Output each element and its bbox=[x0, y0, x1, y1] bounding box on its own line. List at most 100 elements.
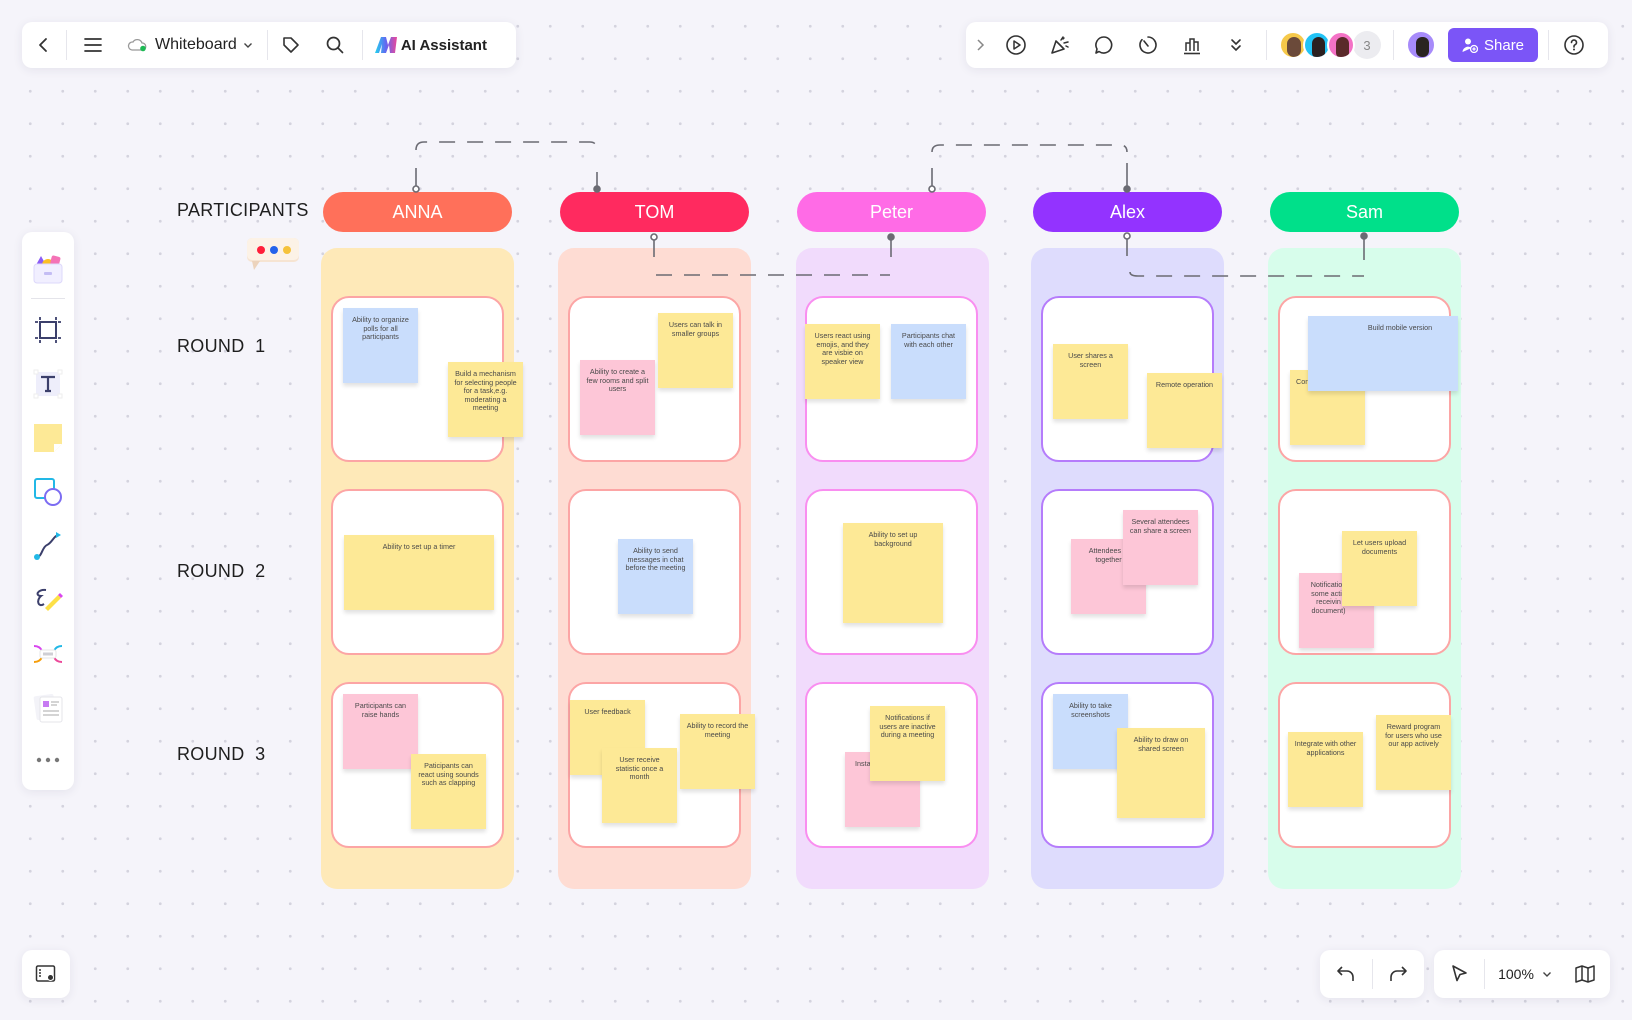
idea-card-peter-r2[interactable]: Ability to set up background bbox=[805, 489, 978, 655]
back-button[interactable] bbox=[22, 22, 66, 68]
mindmap-tool[interactable] bbox=[22, 627, 74, 681]
idea-card-sam-r2[interactable]: Notification some actio receivin documen… bbox=[1278, 489, 1451, 655]
ai-assistant-button[interactable]: AI Assistant bbox=[363, 22, 499, 68]
minimap-toggle[interactable] bbox=[22, 950, 70, 998]
idea-card-sam-r1[interactable]: Con Build mobile version bbox=[1278, 296, 1458, 462]
sticky-note[interactable]: Paticipants can react using sounds such … bbox=[411, 754, 486, 829]
map-button[interactable] bbox=[1565, 950, 1605, 998]
frame-icon bbox=[33, 315, 63, 345]
frame-tool[interactable] bbox=[22, 303, 74, 357]
idea-card-alex-r2[interactable]: Attendees w together Several attendees c… bbox=[1041, 489, 1214, 655]
idea-card-alex-r1[interactable]: User shares a screen Remote operation bbox=[1041, 296, 1222, 462]
sticky-note[interactable]: Notifications if users are inactive duri… bbox=[870, 706, 945, 781]
idea-card-alex-r3[interactable]: Ability to take screenshots Ability to d… bbox=[1041, 682, 1214, 848]
collaborator-count[interactable]: 3 bbox=[1353, 31, 1381, 59]
idea-card-peter-r1[interactable]: Users react using emojis, and they are v… bbox=[805, 296, 978, 462]
redo-button[interactable] bbox=[1372, 950, 1424, 998]
map-icon bbox=[1574, 964, 1596, 984]
participant-pill-alex[interactable]: Alex bbox=[1033, 192, 1222, 232]
sticky-note-icon bbox=[32, 422, 64, 454]
reaction-bubble-sticker[interactable] bbox=[246, 236, 300, 276]
round-label: ROUND 1 bbox=[177, 336, 266, 356]
idea-card-anna-r1[interactable]: Ability to organize polls for all partic… bbox=[331, 296, 523, 462]
double-chevron-down-icon bbox=[1229, 37, 1243, 53]
sticky-note[interactable]: Ability to create a few rooms and split … bbox=[580, 360, 655, 435]
ai-logo-icon bbox=[374, 37, 397, 53]
sticky-note[interactable]: Integrate with other applications bbox=[1288, 732, 1363, 807]
collapse-toolbar-button[interactable] bbox=[966, 22, 994, 68]
chevron-down-icon bbox=[243, 41, 253, 49]
templates-tool[interactable] bbox=[22, 242, 74, 296]
ai-assistant-label: AI Assistant bbox=[400, 36, 487, 54]
sticky-note[interactable]: Users react using emojis, and they are v… bbox=[805, 324, 880, 399]
sticky-note[interactable]: Reward program for users who use our app… bbox=[1376, 715, 1451, 790]
more-tools[interactable] bbox=[22, 735, 74, 785]
idea-card-tom-r2[interactable]: Ability to send messages in chat before … bbox=[568, 489, 741, 655]
sticky-note[interactable]: Several attendees can share a screen bbox=[1123, 510, 1198, 585]
sticky-note[interactable]: Build a mechanism for selecting people f… bbox=[448, 362, 523, 437]
menu-button[interactable] bbox=[67, 22, 119, 68]
select-tool-button[interactable] bbox=[1434, 950, 1484, 998]
pen-tool[interactable] bbox=[22, 573, 74, 627]
vote-button[interactable] bbox=[1170, 22, 1214, 68]
sticky-note[interactable]: User receive statistic once a month bbox=[602, 748, 677, 823]
text-tool[interactable] bbox=[22, 357, 74, 411]
document-tool[interactable] bbox=[22, 681, 74, 735]
undo-redo-controls bbox=[1320, 950, 1424, 998]
sticky-note-tool[interactable] bbox=[22, 411, 74, 465]
celebrate-button[interactable] bbox=[1038, 22, 1082, 68]
timer-button[interactable] bbox=[1126, 22, 1170, 68]
sticky-note[interactable]: Participants chat with each other bbox=[891, 324, 966, 399]
chat-bubble-icon bbox=[246, 236, 300, 276]
comment-button[interactable] bbox=[1082, 22, 1126, 68]
participant-pill-sam[interactable]: Sam bbox=[1270, 192, 1459, 232]
zoom-level-dropdown[interactable]: 100% bbox=[1485, 950, 1565, 998]
shapes-tool[interactable] bbox=[22, 465, 74, 519]
sticky-note[interactable]: Participants can raise hands bbox=[343, 694, 418, 769]
collaborator-avatar[interactable] bbox=[1327, 31, 1355, 59]
sticky-note[interactable]: Users can talk in smaller groups bbox=[658, 313, 733, 388]
text-icon bbox=[33, 369, 63, 399]
participant-pill-tom[interactable]: TOM bbox=[560, 192, 749, 232]
mindmap-icon bbox=[32, 638, 64, 670]
undo-button[interactable] bbox=[1320, 950, 1372, 998]
zoom-controls: 100% bbox=[1434, 950, 1610, 998]
participant-pill-anna[interactable]: ANNA bbox=[323, 192, 512, 232]
sticky-note[interactable]: Let users upload documents bbox=[1342, 531, 1417, 606]
zoom-level: 100% bbox=[1498, 966, 1534, 982]
idea-card-anna-r2[interactable]: Ability to set up a timer bbox=[331, 489, 504, 655]
participants-label: PARTICIPANTS bbox=[177, 200, 309, 220]
share-button[interactable]: Share bbox=[1448, 28, 1539, 62]
chevron-right-icon bbox=[975, 38, 985, 52]
connector-tool[interactable] bbox=[22, 519, 74, 573]
cloud-synced-icon bbox=[127, 38, 149, 52]
tag-button[interactable] bbox=[268, 22, 314, 68]
idea-card-tom-r3[interactable]: User feedback User receive statistic onc… bbox=[568, 682, 755, 848]
idea-card-anna-r3[interactable]: Participants can raise hands Paticipants… bbox=[331, 682, 504, 848]
participant-pill-peter[interactable]: Peter bbox=[797, 192, 986, 232]
idea-card-tom-r1[interactable]: Ability to create a few rooms and split … bbox=[568, 296, 741, 462]
sticky-note[interactable]: User shares a screen bbox=[1053, 344, 1128, 419]
doc-title-dropdown[interactable]: Whiteboard bbox=[119, 22, 261, 68]
sticky-note[interactable]: Ability to organize polls for all partic… bbox=[343, 308, 418, 383]
shapes-icon bbox=[32, 476, 64, 508]
idea-card-sam-r3[interactable]: Integrate with other applications Reward… bbox=[1278, 682, 1451, 848]
sticky-note[interactable]: Build mobile version bbox=[1308, 316, 1458, 391]
idea-card-peter-r3[interactable]: Insta Notifications if users are inactiv… bbox=[805, 682, 978, 848]
sticky-note[interactable]: Ability to send messages in chat before … bbox=[618, 539, 693, 614]
collaborators[interactable]: 3 bbox=[1279, 31, 1381, 59]
sticky-note[interactable]: Ability to draw on shared screen bbox=[1117, 728, 1205, 818]
present-button[interactable] bbox=[994, 22, 1038, 68]
search-button[interactable] bbox=[314, 22, 356, 68]
sticky-note[interactable]: Remote operation bbox=[1147, 373, 1222, 448]
sticky-note[interactable]: Ability to record the meeting bbox=[680, 714, 755, 789]
divider bbox=[1266, 30, 1267, 60]
sticky-note[interactable]: Ability to set up background bbox=[843, 523, 943, 623]
more-tools-button[interactable] bbox=[1214, 22, 1258, 68]
play-circle-icon bbox=[1005, 34, 1027, 56]
help-button[interactable] bbox=[1559, 22, 1589, 68]
current-user-avatar[interactable] bbox=[1406, 30, 1436, 60]
redo-icon bbox=[1388, 965, 1408, 983]
sticky-note[interactable]: Ability to set up a timer bbox=[344, 535, 494, 610]
cursor-icon bbox=[1450, 964, 1468, 984]
